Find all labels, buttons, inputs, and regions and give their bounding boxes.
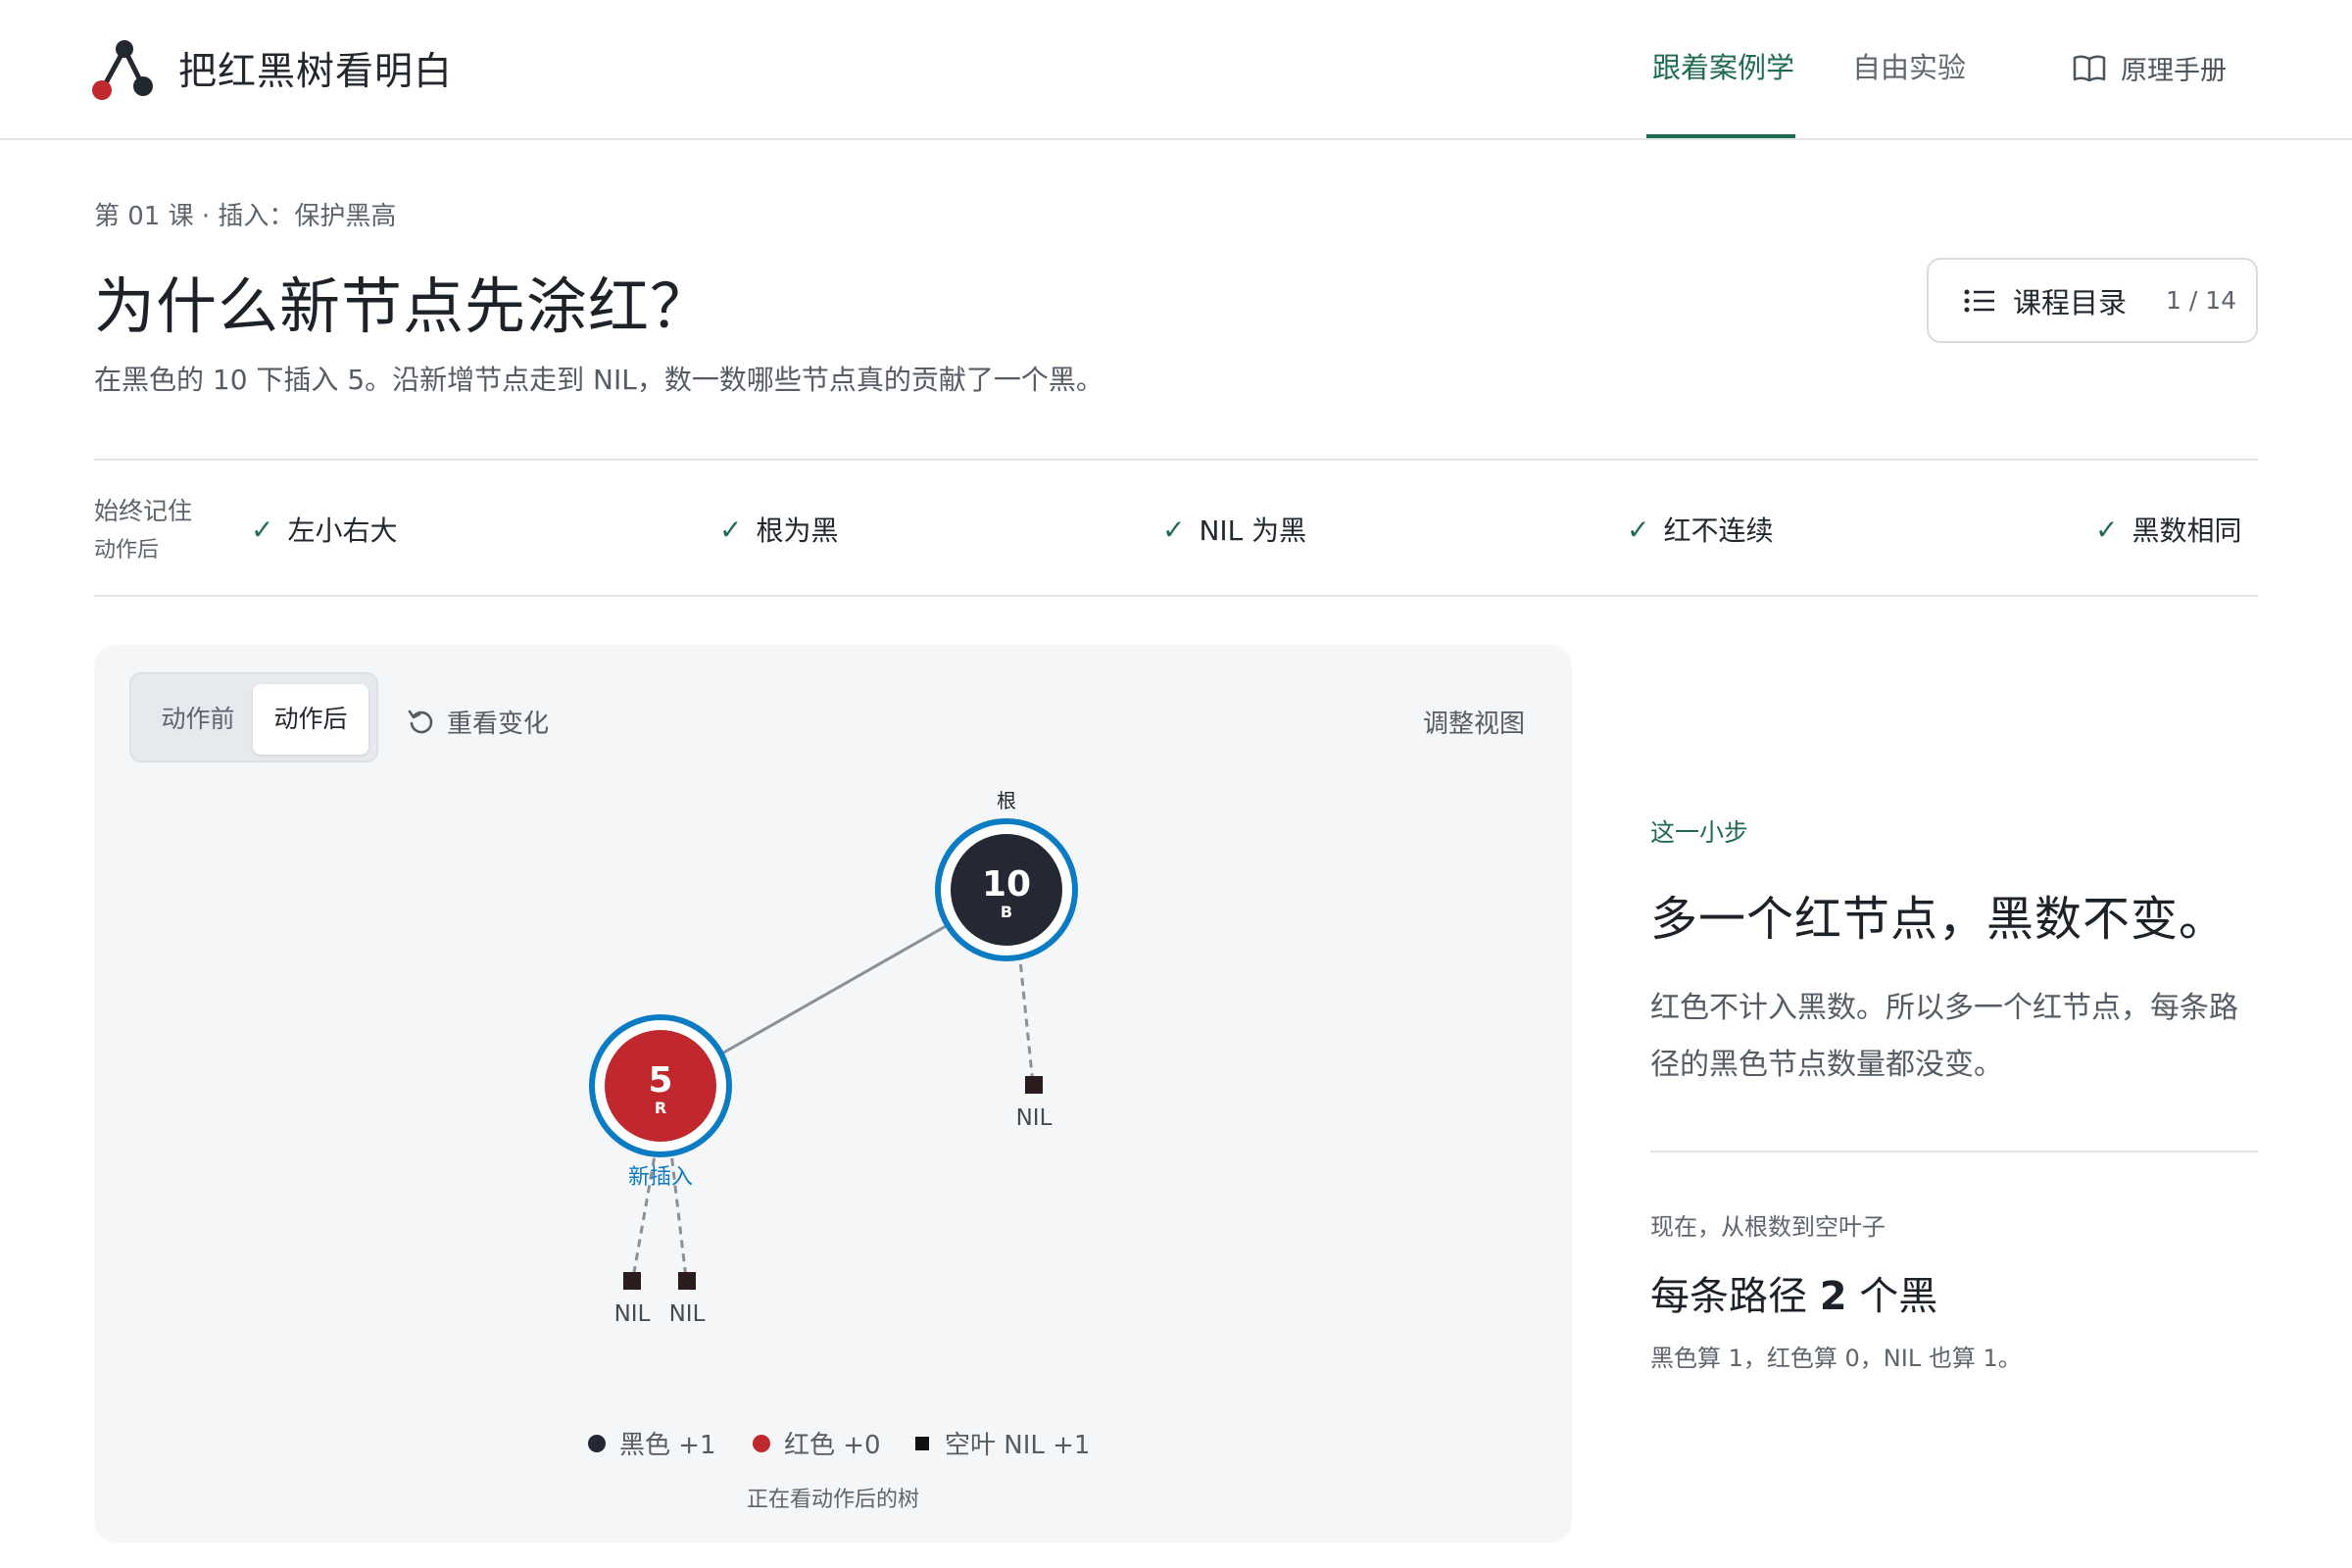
page-subtitle: 在黑色的 10 下插入 5。沿新增节点走到 NIL，数一数哪些节点真的贡献了一个… bbox=[94, 364, 1103, 396]
active-tab-indicator bbox=[1646, 134, 1795, 138]
nil-leaf: NIL bbox=[669, 1272, 706, 1327]
tab-follow-cases[interactable]: 跟着案例学 bbox=[1652, 45, 1794, 86]
step-body: 红色不计入黑数。所以多一个红节点，每条路径的黑色节点数量都没变。 bbox=[1650, 991, 2238, 1082]
black-dot-icon bbox=[588, 1434, 606, 1452]
nil-leaf: NIL bbox=[1016, 1076, 1053, 1131]
rule-root-black: ✓ 根为黑 bbox=[719, 510, 838, 549]
toc-label: 课程目录 bbox=[2013, 285, 2128, 319]
legend-nil: 空叶 NIL +1 bbox=[915, 1425, 1090, 1461]
logo-icon bbox=[92, 40, 153, 100]
summary-prefix: 每条路径 bbox=[1650, 1274, 1820, 1319]
black-height-summary: 每条路径 2 个黑 bbox=[1650, 1264, 1937, 1321]
step-headline: 多一个红节点，黑数不变。 bbox=[1650, 892, 2228, 947]
divider bbox=[94, 595, 2258, 597]
check-icon: ✓ bbox=[251, 513, 274, 546]
rule-label: 根为黑 bbox=[756, 514, 839, 547]
check-icon: ✓ bbox=[1627, 513, 1650, 546]
nil-label: NIL bbox=[614, 1301, 651, 1327]
check-icon: ✓ bbox=[2095, 513, 2119, 546]
legend-label: 空叶 NIL +1 bbox=[945, 1431, 1091, 1460]
tree-panel: 动作前 动作后 重看变化 调整视图 根 10 B 5 R 新插入 NIL NIL… bbox=[94, 645, 1572, 1543]
viewing-status: 正在看动作后的树 bbox=[747, 1488, 920, 1512]
rule-equal-black-height: ✓ 黑数相同 bbox=[2095, 510, 2241, 549]
edge-10-5 bbox=[712, 919, 956, 1060]
root-label: 根 bbox=[997, 789, 1016, 812]
nil-leaf: NIL bbox=[614, 1272, 651, 1327]
legend-label: 红色 +0 bbox=[784, 1431, 881, 1460]
red-dot-icon bbox=[753, 1434, 770, 1452]
legend-black: 黑色 +1 bbox=[588, 1425, 716, 1461]
tab-free-experiment[interactable]: 自由实验 bbox=[1852, 45, 1966, 86]
rule-label: 红不连续 bbox=[1663, 514, 1774, 547]
rule-label: NIL 为黑 bbox=[1199, 514, 1307, 547]
rules-sublabel: 动作后 bbox=[94, 538, 160, 563]
toc-progress: 1 / 14 bbox=[2166, 286, 2237, 315]
divider bbox=[94, 459, 2258, 461]
rule-bst-order: ✓ 左小右大 bbox=[251, 510, 397, 549]
node-10[interactable]: 10 B bbox=[935, 818, 1078, 961]
app-brand: 把红黑树看明白 bbox=[178, 50, 454, 94]
node-color-tag: B bbox=[1001, 903, 1012, 921]
now-kicker: 现在，从根数到空叶子 bbox=[1650, 1213, 1886, 1241]
black-height-value: 2 bbox=[1819, 1274, 1847, 1319]
step-kicker: 这一小步 bbox=[1650, 818, 1749, 847]
rule-nil-black: ✓ NIL 为黑 bbox=[1162, 510, 1306, 549]
node-key: 10 bbox=[982, 864, 1031, 905]
manual-label: 原理手册 bbox=[2121, 56, 2227, 86]
rule-label: 黑数相同 bbox=[2132, 514, 2242, 547]
nil-square-icon bbox=[915, 1436, 929, 1450]
list-icon bbox=[1964, 289, 1994, 312]
manual-link[interactable]: 原理手册 bbox=[2072, 49, 2227, 87]
nil-label: NIL bbox=[1016, 1105, 1053, 1131]
rules-heading: 始终记住 动作后 bbox=[94, 492, 192, 570]
book-icon bbox=[2073, 54, 2106, 81]
nil-label: NIL bbox=[669, 1301, 706, 1327]
check-icon: ✓ bbox=[1162, 513, 1186, 546]
node-color-tag: R bbox=[655, 1099, 666, 1117]
node-key: 5 bbox=[648, 1060, 672, 1101]
edge-10-nil bbox=[1017, 950, 1035, 1085]
course-toc-button[interactable]: 课程目录 1 / 14 bbox=[1927, 258, 2258, 343]
rule-no-double-red: ✓ 红不连续 bbox=[1627, 510, 1773, 549]
legend-red: 红色 +0 bbox=[753, 1425, 881, 1461]
count-note: 黑色算 1，红色算 0，NIL 也算 1。 bbox=[1650, 1345, 2022, 1372]
legend-label: 黑色 +1 bbox=[619, 1431, 716, 1460]
divider bbox=[1650, 1151, 2258, 1152]
summary-suffix: 个黑 bbox=[1846, 1274, 1938, 1319]
rules-label: 始终记住 bbox=[94, 497, 193, 525]
lesson-breadcrumb: 第 01 课 · 插入：保护黑高 bbox=[94, 202, 397, 231]
check-icon: ✓ bbox=[719, 513, 743, 546]
top-bar: 把红黑树看明白 跟着案例学 自由实验 原理手册 bbox=[0, 0, 2352, 140]
node-5[interactable]: 5 R bbox=[589, 1014, 732, 1157]
tree-diagram: 根 10 B 5 R 新插入 NIL NIL NIL bbox=[589, 789, 1078, 1327]
rule-label: 左小右大 bbox=[287, 514, 398, 547]
new-node-label: 新插入 bbox=[628, 1165, 693, 1190]
page-title: 为什么新节点先涂红？ bbox=[94, 270, 712, 342]
